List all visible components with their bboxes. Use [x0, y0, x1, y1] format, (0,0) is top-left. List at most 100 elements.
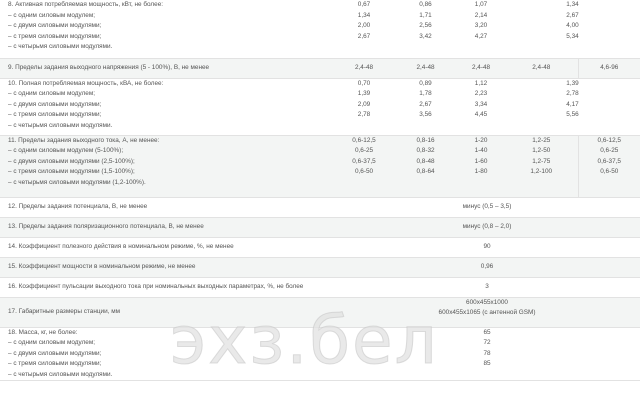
cell-line: 5,56	[566, 111, 579, 119]
cell-line: 2,56	[419, 22, 432, 30]
cell-line: 1,2-25	[532, 136, 551, 144]
parameter-label: 10. Полная потребляемая мощность, кВА, н…	[0, 78, 334, 136]
cell-line: 1,12	[474, 79, 488, 87]
cell-line: 1-60	[474, 157, 488, 165]
table-row: 14. Коэффициент полезного действия в ном…	[0, 237, 640, 258]
cell-line: 0,6-37,5	[352, 157, 376, 165]
cell-line: – с четырьмя силовыми модулями.	[8, 43, 113, 51]
parameter-label: 17. Габаритные размеры станции, мм	[0, 297, 334, 328]
value-cell: 2,4-48	[505, 58, 578, 79]
table-row: 18. Масса, кг, не более: – с одним силовы…	[0, 327, 640, 382]
cell-line: 1,07	[474, 1, 488, 8]
cell-line: 4,45	[474, 111, 488, 119]
cell-line: – с двумя силовыми модулями (2,5-100%);	[8, 157, 135, 165]
parameter-label: 8. Активная потребляемая мощность, кВт, …	[0, 0, 334, 59]
cell-line: – с тремя силовыми модулями;	[8, 111, 102, 119]
cell-line: 1,2-75	[532, 157, 551, 165]
cell-line: 0,8-48	[416, 157, 435, 165]
value-cell: 1,34 2,67 4,00 5,34	[505, 0, 640, 59]
cell-line: 2,78	[357, 111, 371, 119]
cell-line: – с двумя силовыми модулями;	[8, 349, 102, 357]
value-cell: 1,2-25 1,2-50 1,2-75 1,2-100	[505, 135, 578, 198]
parameter-label: 11. Пределы задания выходного тока, А, н…	[0, 135, 334, 198]
cell-line: 1,78	[419, 90, 432, 98]
cell-line: 4,17	[566, 100, 579, 108]
value-cell: 1,39 2,78 4,17 5,56	[505, 78, 640, 136]
cell-line: 0,86	[419, 1, 432, 8]
cell-line: – с одним силовым модулем;	[8, 339, 96, 347]
value-cell: 0,70 1,39 2,09 2,78	[334, 78, 394, 136]
cell-line: 1,39	[566, 79, 579, 87]
cell-line: – с тремя силовыми модулями;	[8, 32, 102, 40]
table-row: 17. Габаритные размеры станции, мм 600х45…	[0, 297, 640, 328]
table-row: 11. Пределы задания выходного тока, А, н…	[0, 135, 640, 198]
cell-line: 1-20	[474, 136, 488, 144]
cell-line: – с двумя силовыми модулями;	[8, 100, 102, 108]
cell-line: 85	[483, 360, 491, 368]
value-cell: минус (0,8 – 2,0)	[334, 217, 640, 238]
cell-line: – с тремя силовыми модулями (1,5-100%);	[8, 168, 135, 176]
table-row: 8. Активная потребляемая мощность, кВт, …	[0, 0, 640, 59]
spec-table: 8. Активная потребляемая мощность, кВт, …	[0, 0, 640, 382]
cell-line: 4,27	[474, 32, 488, 40]
cell-line: 3,34	[474, 100, 488, 108]
table-row: 15. Коэффициент мощности в номинальном р…	[0, 257, 640, 278]
cell-line: – с одним силовым модулем (5-100%);	[8, 147, 124, 155]
value-cell: 0,89 1,78 2,67 3,56	[394, 78, 457, 136]
cell-line: 2,09	[357, 100, 371, 108]
table-row: 12. Пределы задания потенциала, В, не ме…	[0, 197, 640, 218]
cell-line: 4,00	[566, 22, 579, 30]
value-cell: 3	[334, 277, 640, 298]
cell-line: 0,8-32	[416, 147, 435, 155]
cell-line: – с четырьмя силовыми модулями (1,2-100%…	[8, 178, 146, 186]
cell-line: – с четырьмя силовыми модулями.	[8, 370, 113, 378]
value-cell: 0,8-16 0,8-32 0,8-48 0,8-64	[394, 135, 457, 198]
cell-line: – с двумя силовыми модулями;	[8, 22, 102, 30]
cell-line: 1,34	[357, 11, 371, 19]
value-cell: 4,6-96	[577, 58, 640, 79]
cell-line: 1,2-50	[532, 147, 551, 155]
value-cell: 0,6-12,5 0,6-25 0,6-37,5 0,6-50	[577, 135, 640, 198]
table-row: 16. Коэффициент пульсации выходного тока…	[0, 277, 640, 298]
parameter-label: 14. Коэффициент полезного действия в ном…	[0, 237, 334, 258]
cell-line: 600х455х1000	[466, 298, 508, 306]
value-cell: 1,12 2,23 3,34 4,45	[457, 78, 505, 136]
cell-line: 0,89	[419, 79, 432, 87]
value-cell: 0,96	[334, 257, 640, 278]
value-cell: 0,86 1,71 2,56 3,42	[394, 0, 457, 59]
cell-line: – с тремя силовыми модулями;	[8, 360, 102, 368]
value-cell: 2,4-48	[457, 58, 505, 79]
cell-line: 2,67	[566, 11, 579, 19]
parameter-label: 15. Коэффициент мощности в номинальном р…	[0, 257, 334, 278]
cell-line: 78	[483, 349, 491, 357]
table-row: 10. Полная потребляемая мощность, кВА, н…	[0, 78, 640, 136]
cell-line: 0,6-50	[600, 168, 619, 176]
cell-line: 3,56	[419, 111, 432, 119]
cell-line: 11. Пределы задания выходного тока, А, н…	[8, 136, 160, 144]
cell-line: 0,6-12,5	[352, 136, 376, 144]
cell-line: 2,67	[357, 32, 371, 40]
cell-line: 1,34	[566, 1, 579, 8]
cell-line: 3,42	[419, 32, 432, 40]
value-cell: 600х455х1000 600х455х1065 (с антенной GSM…	[334, 297, 640, 328]
cell-line: 5,34	[566, 32, 579, 40]
cell-line: 1,39	[357, 90, 371, 98]
parameter-label: 16. Коэффициент пульсации выходного тока…	[0, 277, 334, 298]
value-cell: 0,6-12,5 0,6-25 0,6-37,5 0,6-50	[334, 135, 394, 198]
parameter-label: 13. Пределы задания поляризационного пот…	[0, 217, 334, 238]
cell-line: 2,78	[566, 90, 579, 98]
cell-line: 1,2-100	[530, 168, 553, 176]
cell-line: 18. Масса, кг, не более:	[8, 328, 78, 336]
cell-line: 0,6-25	[354, 147, 374, 155]
cell-line: 2,14	[474, 11, 488, 19]
table-row: 9. Пределы задания выходного напряжения …	[0, 58, 640, 79]
cell-line: 0,6-12,5	[597, 136, 621, 144]
value-cell: 90	[334, 237, 640, 258]
cell-line: 0,6-37,5	[597, 157, 621, 165]
parameter-label: 18. Масса, кг, не более: – с одним силовы…	[0, 327, 334, 382]
value-cell: 0,67 1,34 2,00 2,67	[334, 0, 394, 59]
cell-line: 2,23	[474, 90, 488, 98]
cell-line: 0,8-64	[416, 168, 435, 176]
cell-line: 0,8-16	[416, 136, 435, 144]
cell-line: 0,6-25	[600, 147, 619, 155]
